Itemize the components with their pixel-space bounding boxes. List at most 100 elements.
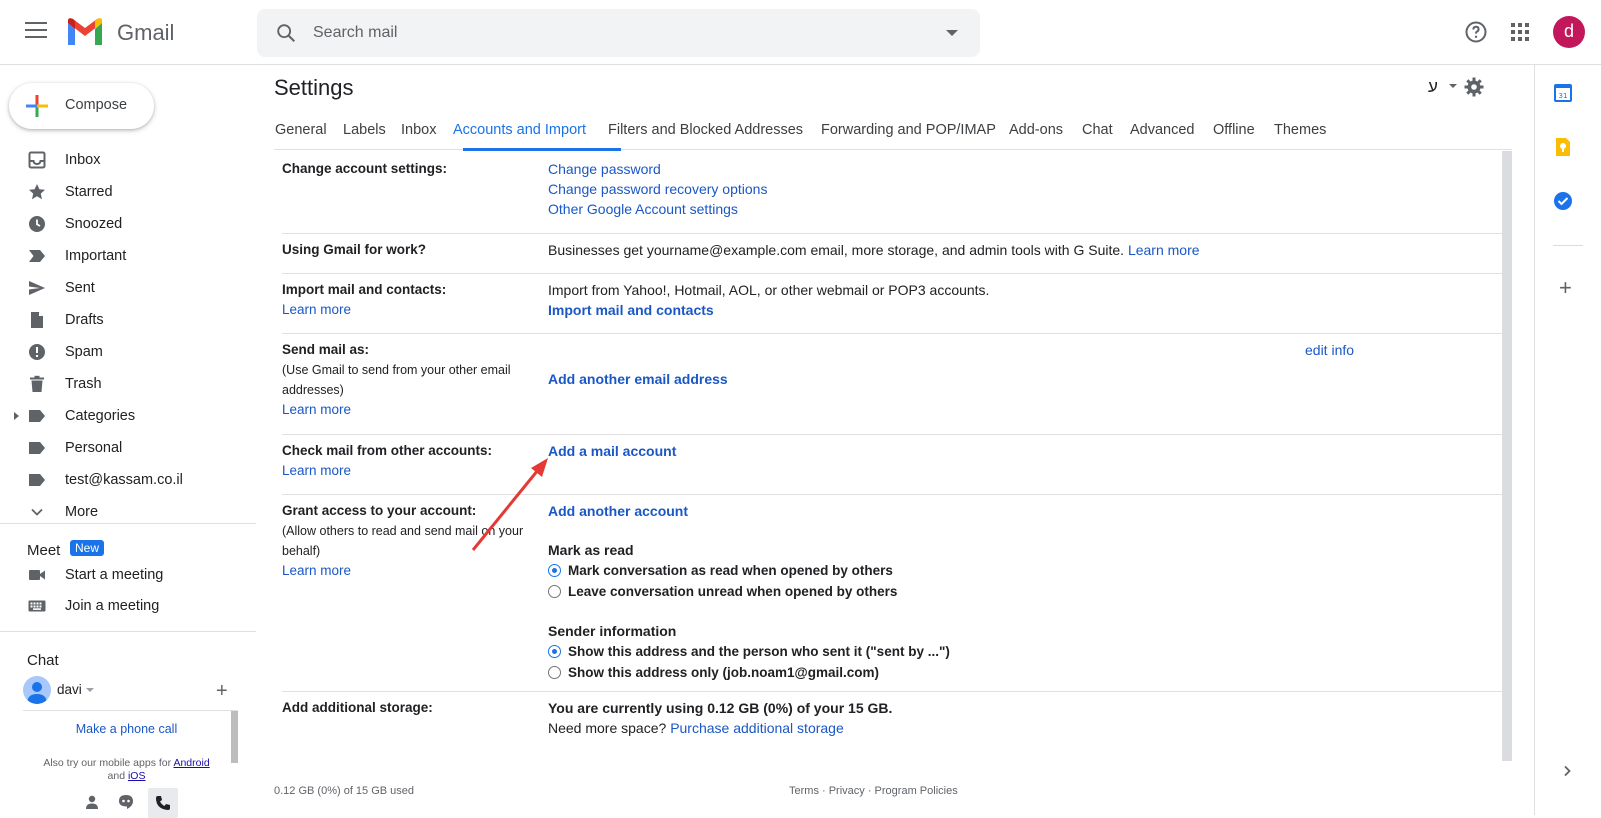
radio-selected[interactable] [548,644,561,658]
tab-advanced[interactable]: Advanced [1130,122,1195,138]
nav-label: Starred [65,184,113,200]
person-icon[interactable] [84,794,100,810]
nav-item-important[interactable]: Important [0,240,256,272]
tab-accounts-and-import[interactable]: Accounts and Import [453,122,586,138]
get-addons-plus-icon[interactable]: + [1559,275,1572,301]
footer-links[interactable]: Terms · Privacy · Program Policies [789,785,958,797]
join-meeting-item[interactable]: Join a meeting [0,591,256,621]
row-send-mail-as: Send mail as: (Use Gmail to send from yo… [282,334,1510,435]
inbox-icon [28,151,46,169]
nav-item-categories[interactable]: Categories [0,400,256,432]
important-icon [29,250,45,262]
row-label: Add additional storage: [282,700,433,715]
tab-add-ons[interactable]: Add-ons [1009,122,1063,138]
grant-learn-more-link[interactable]: Learn more [282,563,351,578]
edit-info-link[interactable]: edit info [1305,340,1354,360]
send-icon [29,281,45,295]
other-google-account-settings-link[interactable]: Other Google Account settings [548,201,738,217]
start-meeting-item[interactable]: Start a meeting [0,560,256,590]
radio-selected[interactable] [548,563,561,577]
radio-unselected[interactable] [548,665,561,679]
purchase-storage-link[interactable]: Purchase additional storage [670,720,844,736]
search-icon[interactable] [275,22,297,44]
apps-note-text: Also try our mobile apps for [43,757,172,769]
tab-themes[interactable]: Themes [1274,122,1326,138]
check-learn-more-link[interactable]: Learn more [282,463,351,478]
tasks-icon[interactable] [1553,191,1573,211]
keep-icon[interactable] [1553,137,1573,157]
status-dropdown-icon[interactable] [86,688,94,692]
new-chat-plus-icon[interactable]: + [216,680,228,703]
radio-unselected[interactable] [548,584,561,598]
nav-item-drafts[interactable]: Drafts [0,304,256,336]
clock-icon [29,216,45,232]
nav-item-test-label[interactable]: test@kassam.co.il [0,464,256,496]
sender-info-title: Sender information [548,623,677,639]
mark-read-option[interactable]: Mark conversation as read when opened by… [548,563,893,578]
join-meeting-label: Join a meeting [65,598,160,614]
search-options-icon[interactable] [946,30,958,36]
leave-unread-option[interactable]: Leave conversation unread when opened by… [548,584,897,599]
keyboard-icon [28,600,46,612]
tab-general[interactable]: General [275,122,327,138]
chevron-right-icon[interactable] [1561,765,1573,777]
nav-item-sent[interactable]: Sent [0,272,256,304]
nav-item-trash[interactable]: Trash [0,368,256,400]
search-input[interactable] [313,9,913,57]
nav-item-snoozed[interactable]: Snoozed [0,208,256,240]
divider [0,631,256,632]
tab-offline[interactable]: Offline [1213,122,1255,138]
apps-grid-icon[interactable] [1510,22,1530,42]
active-tab-indicator [463,148,621,151]
add-mail-account-link[interactable]: Add a mail account [548,443,676,459]
nav-item-starred[interactable]: Starred [0,176,256,208]
tab-chat[interactable]: Chat [1082,122,1113,138]
nav-label: Trash [65,376,102,392]
show-address-only-option[interactable]: Show this address only (job.noam1@gmail.… [548,665,879,680]
android-link[interactable]: Android [173,757,209,769]
mobile-apps-note: Also try our mobile apps for Android and… [23,757,230,783]
settings-scrollbar[interactable] [1502,151,1512,761]
main-menu-icon[interactable] [25,22,47,40]
meet-title: Meet [27,542,61,559]
change-recovery-link[interactable]: Change password recovery options [548,181,767,197]
add-another-account-link[interactable]: Add another account [548,503,688,519]
input-tools-icon[interactable]: ע [1428,77,1438,97]
make-phone-call-link[interactable]: Make a phone call [23,722,230,736]
tab-inbox[interactable]: Inbox [401,122,436,138]
account-avatar[interactable]: d [1553,16,1585,48]
chat-user[interactable]: davi + [23,676,253,706]
chat-user-avatar [23,676,51,704]
settings-content: Change account settings: Change password… [282,153,1510,743]
import-learn-more-link[interactable]: Learn more [282,302,351,317]
gmail-logo-icon[interactable] [66,17,104,52]
ios-link[interactable]: iOS [128,770,146,782]
tab-filters[interactable]: Filters and Blocked Addresses [608,122,803,138]
nav-label: Important [65,248,127,264]
nav-item-personal[interactable]: Personal [0,432,256,464]
hangouts-icon[interactable] [118,794,134,810]
input-tools-dropdown-icon[interactable] [1449,84,1457,88]
chat-scrollbar[interactable] [231,711,238,763]
nav-label: Drafts [65,312,104,328]
calendar-icon[interactable]: 31 [1553,83,1573,103]
row-change-account: Change account settings: Change password… [282,153,1510,234]
row-import: Import mail and contacts: Learn more Imp… [282,274,1510,334]
tab-forwarding[interactable]: Forwarding and POP/IMAP [821,122,996,138]
top-bar: Gmail d [0,0,1601,65]
work-learn-more-link[interactable]: Learn more [1128,242,1200,258]
compose-button[interactable]: Compose [9,83,154,129]
expand-arrow-icon[interactable] [14,412,19,420]
change-password-link[interactable]: Change password [548,161,661,177]
add-email-address-link[interactable]: Add another email address [548,371,728,387]
nav-item-spam[interactable]: Spam [0,336,256,368]
sendas-sub: (Use Gmail to send from your other email… [282,363,511,397]
gear-icon[interactable] [1464,77,1484,97]
tab-labels[interactable]: Labels [343,122,386,138]
phone-tab[interactable] [148,788,178,818]
show-sender-option[interactable]: Show this address and the person who sen… [548,644,950,659]
nav-item-inbox[interactable]: Inbox [0,144,256,176]
help-icon[interactable] [1464,20,1488,44]
sendas-learn-more-link[interactable]: Learn more [282,402,351,417]
import-mail-contacts-link[interactable]: Import mail and contacts [548,302,714,318]
